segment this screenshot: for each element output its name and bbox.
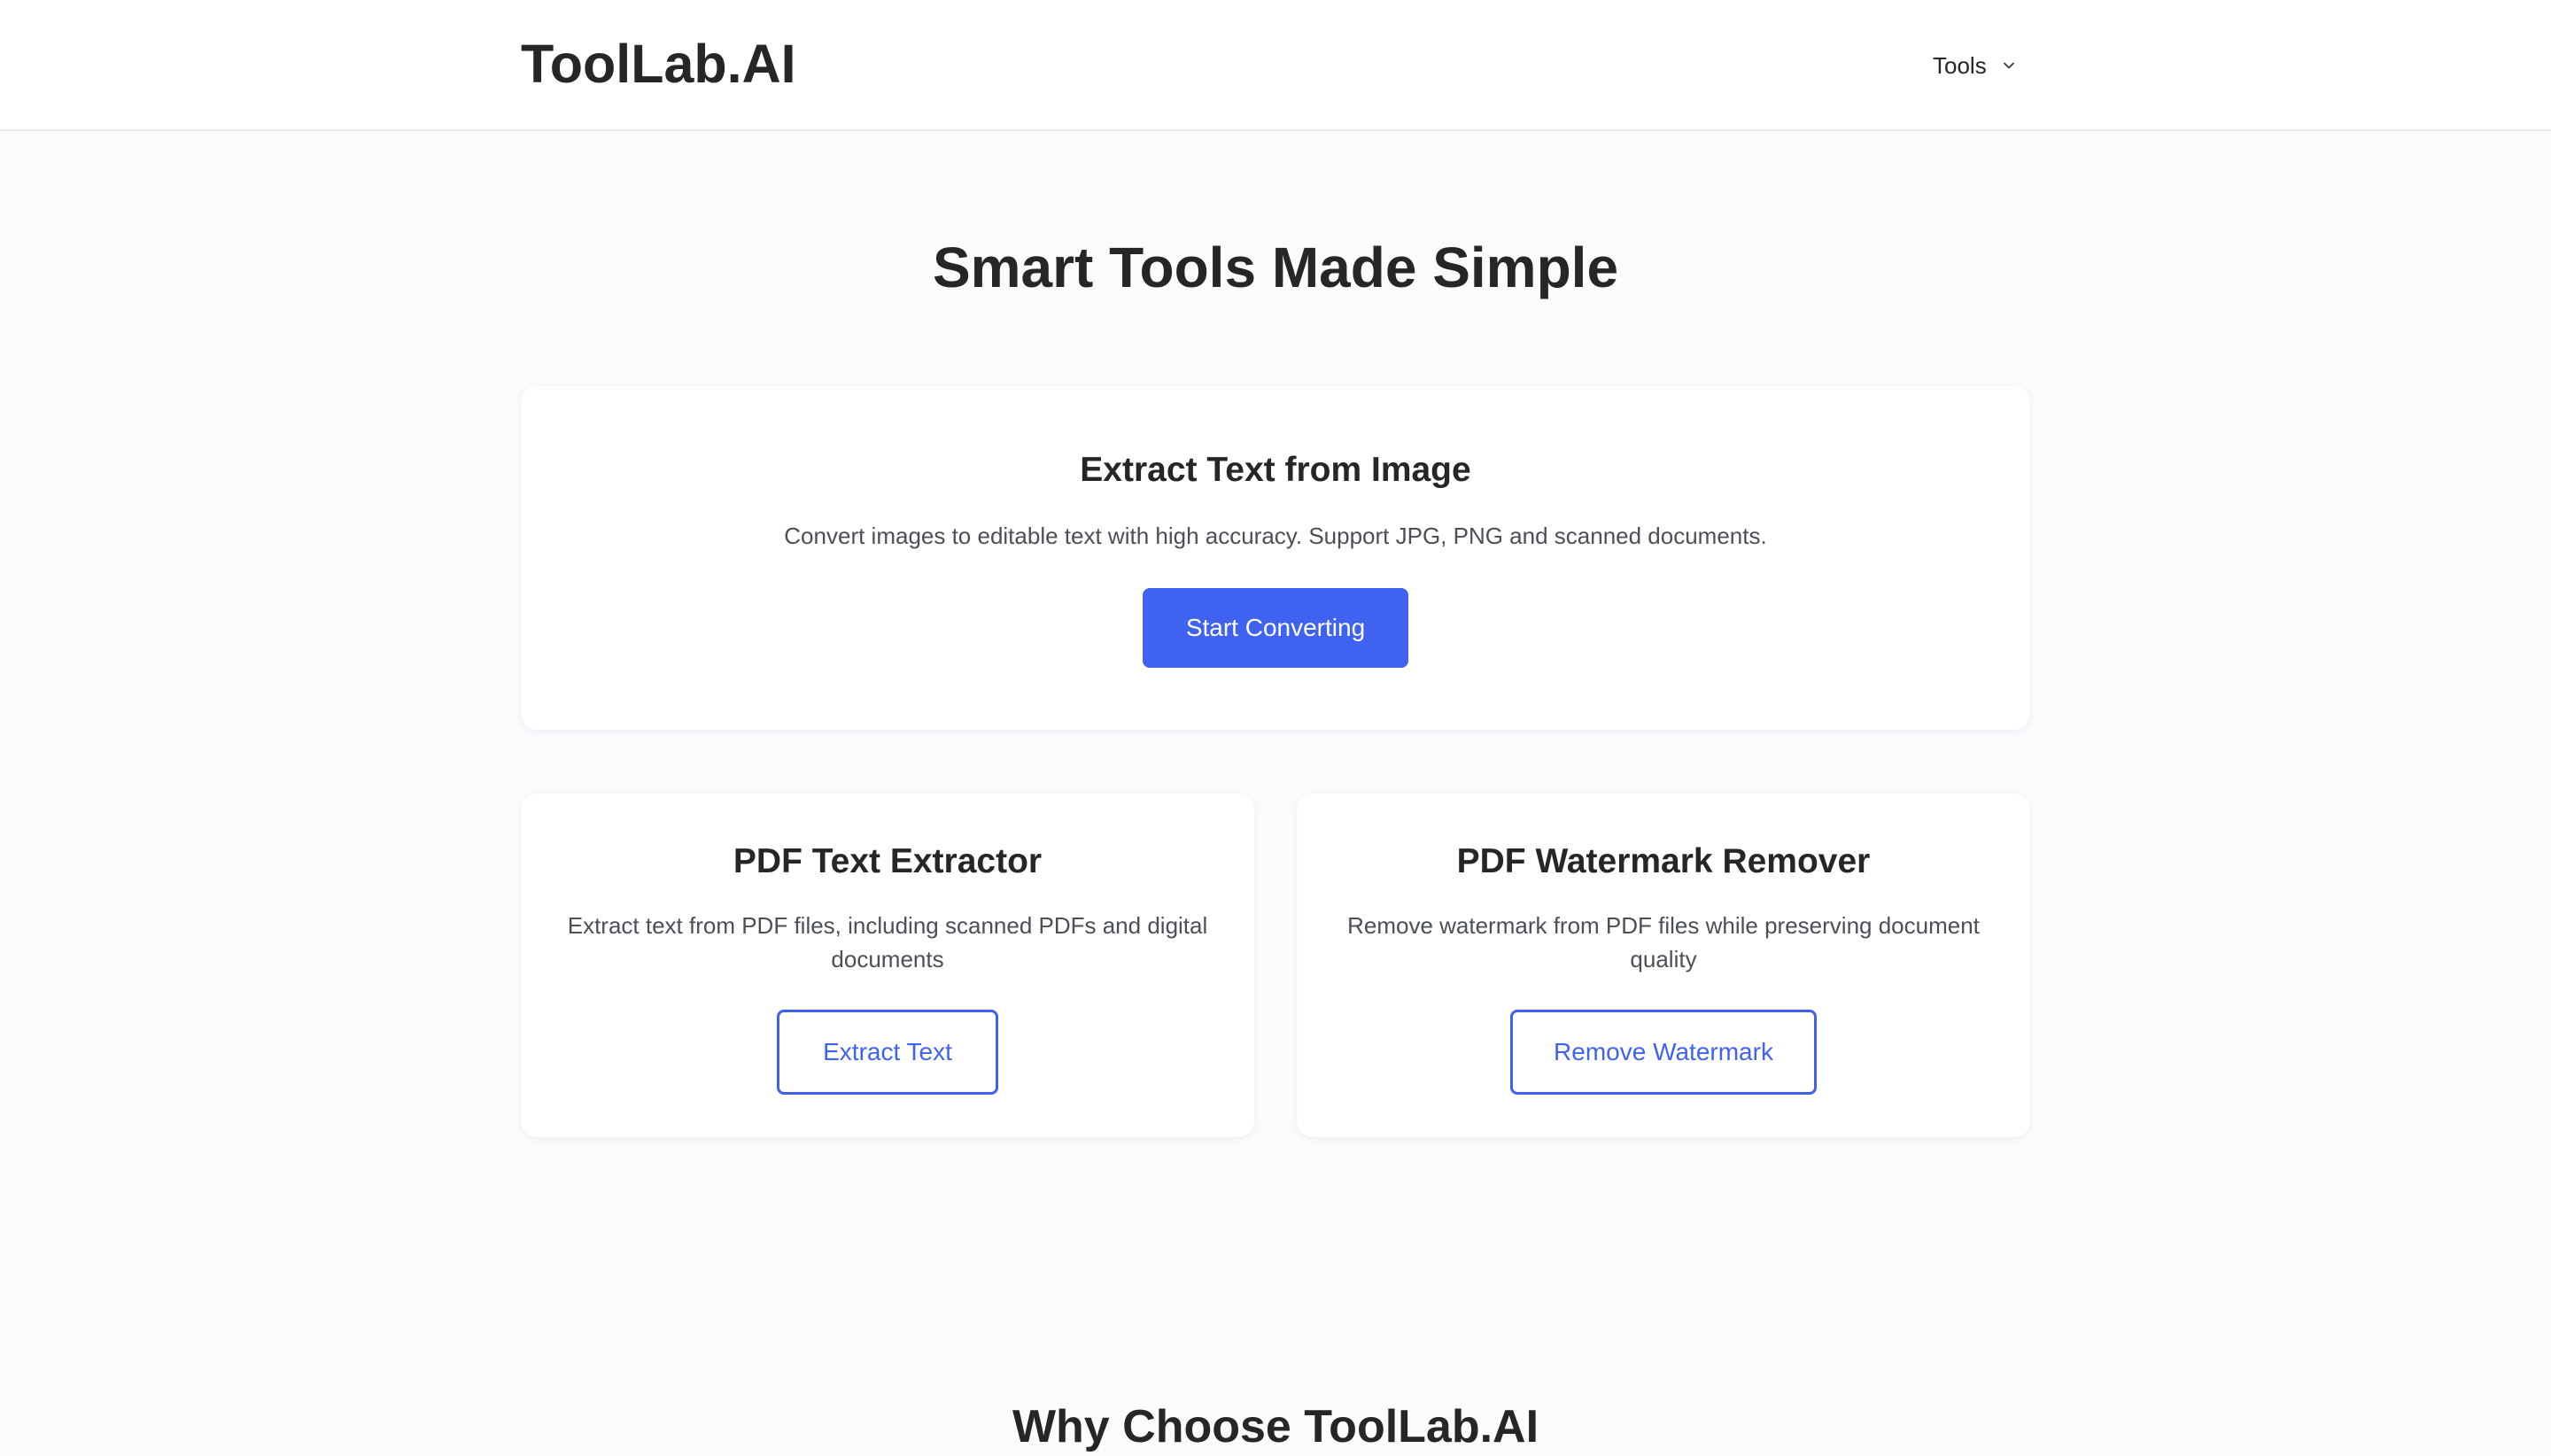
card-description-line-2: documents	[831, 946, 944, 972]
extract-text-button[interactable]: Extract Text	[777, 1010, 998, 1095]
card-title: Extract Text from Image	[1080, 451, 1471, 489]
extract-text-from-image-card: Extract Text from Image Convert images t…	[521, 386, 2030, 730]
chevron-down-icon	[2001, 58, 2017, 74]
remove-watermark-button[interactable]: Remove Watermark	[1510, 1010, 1817, 1095]
start-converting-button[interactable]: Start Converting	[1143, 588, 1408, 668]
pdf-watermark-remover-card: PDF Watermark Remover Remove watermark f…	[1297, 794, 2030, 1137]
pdf-text-extractor-card: PDF Text Extractor Extract text from PDF…	[521, 794, 1254, 1137]
tools-dropdown[interactable]: Tools	[1933, 50, 2017, 81]
card-description: Convert images to editable text with hig…	[784, 523, 1767, 549]
site-header: ToolLab.AI Tools	[0, 0, 2551, 131]
tools-dropdown-label: Tools	[1933, 52, 1987, 79]
hero-title: Smart Tools Made Simple	[932, 236, 1619, 299]
card-description-line-1: Extract text from PDF files, including s…	[567, 912, 1208, 939]
why-choose-section-title: Why Choose ToolLab.AI	[1012, 1401, 1539, 1452]
card-title: PDF Text Extractor	[733, 842, 1043, 880]
card-description-line-1: Remove watermark from PDF files while pr…	[1347, 912, 1980, 939]
logo[interactable]: ToolLab.AI	[521, 32, 796, 96]
card-description-line-2: quality	[1630, 946, 1697, 972]
card-title: PDF Watermark Remover	[1456, 842, 1871, 880]
